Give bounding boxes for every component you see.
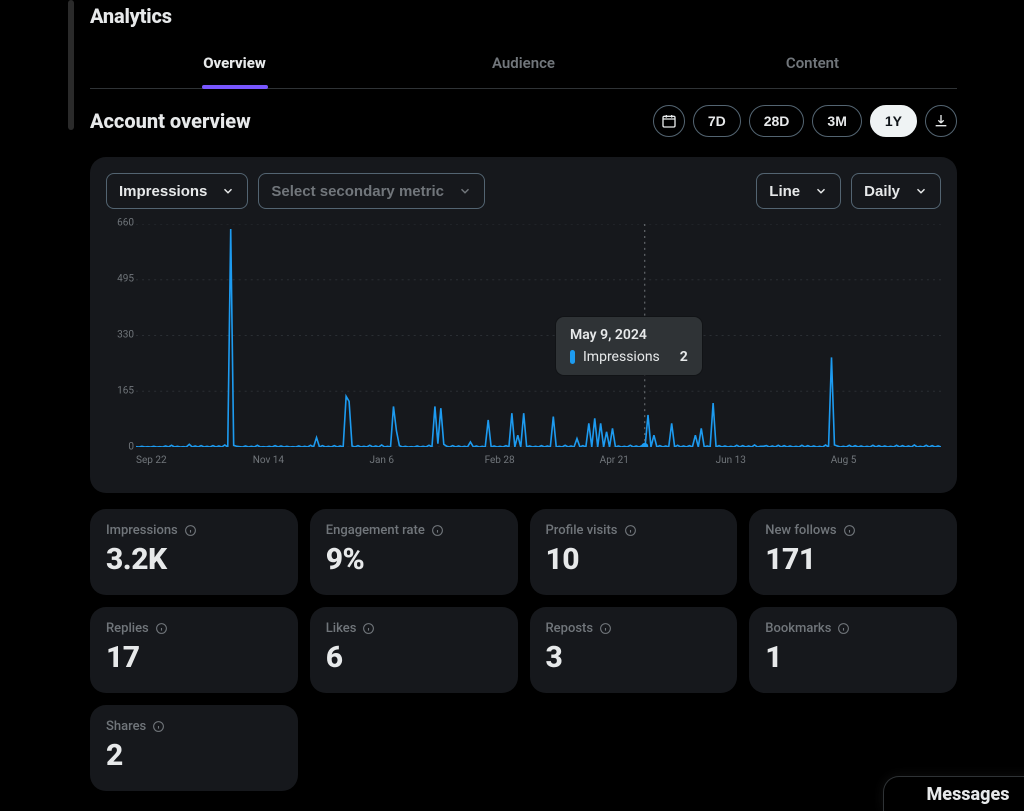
- card-label: Reposts: [546, 621, 722, 636]
- secondary-metric-dropdown[interactable]: Select secondary metric: [258, 173, 485, 209]
- info-icon: [155, 622, 168, 635]
- granularity-dropdown[interactable]: Daily: [851, 173, 941, 209]
- tooltip-swatch: [570, 350, 575, 364]
- x-tick-label: Jan 6: [369, 455, 394, 466]
- scrollbar-thumb[interactable]: [68, 0, 74, 130]
- info-icon: [837, 622, 850, 635]
- date-range-row: 7D 28D 3M 1Y: [653, 105, 957, 137]
- calendar-icon: [661, 113, 677, 129]
- card-profile-visits[interactable]: Profile visits 10: [530, 509, 738, 595]
- card-reposts[interactable]: Reposts 3: [530, 607, 738, 693]
- card-value: 171: [765, 542, 941, 577]
- chart-toolbar-right: Line Daily: [756, 173, 941, 209]
- stat-cards-grid: Impressions 3.2K Engagement rate 9% Prof…: [90, 509, 957, 791]
- card-label: Engagement rate: [326, 523, 502, 538]
- card-label: Impressions: [106, 523, 282, 538]
- card-value: 17: [106, 640, 282, 675]
- card-impressions[interactable]: Impressions 3.2K: [90, 509, 298, 595]
- card-label: Shares: [106, 719, 282, 734]
- card-value: 9%: [326, 542, 502, 577]
- card-label: Likes: [326, 621, 502, 636]
- x-tick-label: Jun 13: [716, 455, 746, 466]
- chart-toolbar: Impressions Select secondary metric Line: [106, 173, 941, 209]
- info-icon: [152, 720, 165, 733]
- y-tick-label: 660: [117, 218, 134, 229]
- x-tick-label: Aug 5: [831, 455, 857, 466]
- section-title: Account overview: [90, 109, 251, 133]
- card-shares[interactable]: Shares 2: [90, 705, 298, 791]
- chart-area[interactable]: 0165330495660 Sep 22Nov 14Jan 6Feb 28Apr…: [106, 223, 941, 483]
- tab-overview[interactable]: Overview: [90, 38, 379, 88]
- info-icon: [184, 524, 197, 537]
- page-title: Analytics: [90, 0, 957, 38]
- scrollbar-rail: [66, 0, 76, 811]
- chart-card: Impressions Select secondary metric Line: [90, 157, 957, 493]
- card-value: 6: [326, 640, 502, 675]
- info-icon: [624, 524, 637, 537]
- y-axis-labels: 0165330495660: [106, 223, 134, 447]
- primary-metric-label: Impressions: [119, 183, 207, 200]
- card-label: Bookmarks: [765, 621, 941, 636]
- download-button[interactable]: [925, 105, 957, 137]
- chevron-down-icon: [221, 184, 235, 198]
- range-1y[interactable]: 1Y: [870, 105, 917, 137]
- card-value: 10: [546, 542, 722, 577]
- card-value: 2: [106, 738, 282, 773]
- tooltip-metric: Impressions: [583, 349, 660, 365]
- card-label: Profile visits: [546, 523, 722, 538]
- chart-type-label: Line: [769, 183, 800, 200]
- card-label: Replies: [106, 621, 282, 636]
- chart-svg: [136, 224, 941, 447]
- x-axis-labels: Sep 22 Nov 14 Jan 6 Feb 28 Apr 21 Jun 13 Aug 5: [136, 455, 941, 469]
- download-icon: [933, 113, 949, 129]
- chevron-down-icon: [914, 184, 928, 198]
- chevron-down-icon: [814, 184, 828, 198]
- x-tick-label: Sep 22: [136, 455, 167, 466]
- y-tick-label: 0: [128, 442, 134, 453]
- x-tick-label: Feb 28: [485, 455, 515, 466]
- x-tick-label: Nov 14: [253, 455, 284, 466]
- card-engagement-rate[interactable]: Engagement rate 9%: [310, 509, 518, 595]
- messages-dock-label: Messages: [927, 784, 1010, 805]
- range-3m[interactable]: 3M: [812, 105, 861, 137]
- range-7d[interactable]: 7D: [693, 105, 741, 137]
- card-value: 1: [765, 640, 941, 675]
- card-bookmarks[interactable]: Bookmarks 1: [749, 607, 957, 693]
- tabs-row: Overview Audience Content: [90, 38, 957, 89]
- y-tick-label: 495: [117, 274, 134, 285]
- tab-audience[interactable]: Audience: [379, 38, 668, 88]
- calendar-button[interactable]: [653, 105, 685, 137]
- info-icon: [843, 524, 856, 537]
- tooltip-date: May 9, 2024: [570, 327, 688, 343]
- granularity-label: Daily: [864, 183, 900, 200]
- chart-toolbar-left: Impressions Select secondary metric: [106, 173, 485, 209]
- info-icon: [431, 524, 444, 537]
- chart-type-dropdown[interactable]: Line: [756, 173, 841, 209]
- card-new-follows[interactable]: New follows 171: [749, 509, 957, 595]
- x-tick-label: Apr 21: [600, 455, 629, 466]
- card-likes[interactable]: Likes 6: [310, 607, 518, 693]
- y-tick-label: 165: [117, 386, 134, 397]
- primary-metric-dropdown[interactable]: Impressions: [106, 173, 248, 209]
- chevron-down-icon: [458, 184, 472, 198]
- info-icon: [599, 622, 612, 635]
- range-28d[interactable]: 28D: [749, 105, 805, 137]
- chart-tooltip: May 9, 2024 Impressions 2: [556, 317, 702, 375]
- info-icon: [362, 622, 375, 635]
- card-label: New follows: [765, 523, 941, 538]
- messages-dock[interactable]: Messages: [883, 776, 1024, 811]
- content-column: Analytics Overview Audience Content Acco…: [76, 0, 971, 791]
- card-value: 3.2K: [106, 542, 282, 577]
- analytics-app: Analytics Overview Audience Content Acco…: [75, 0, 1024, 811]
- card-value: 3: [546, 640, 722, 675]
- tooltip-row: Impressions 2: [570, 349, 688, 365]
- section-header-row: Account overview 7D 28D 3M 1Y: [90, 105, 957, 137]
- secondary-metric-label: Select secondary metric: [271, 183, 444, 200]
- card-replies[interactable]: Replies 17: [90, 607, 298, 693]
- chart-plot: [136, 223, 941, 447]
- tooltip-value: 2: [680, 349, 688, 365]
- tab-content[interactable]: Content: [668, 38, 957, 88]
- y-tick-label: 330: [117, 330, 134, 341]
